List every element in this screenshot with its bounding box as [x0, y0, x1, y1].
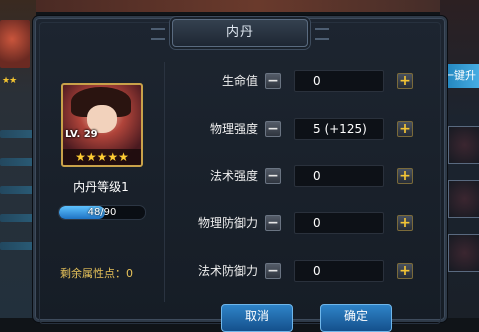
hero-level-badge: LV. 29 — [65, 129, 98, 140]
confirm-button[interactable]: 确定 — [320, 304, 392, 332]
attribute-value: 5 (+125) — [294, 118, 384, 140]
attribute-value: 0 — [294, 260, 384, 282]
equipment-slot[interactable] — [448, 234, 479, 272]
hero-star-rating: ★★★★★ — [63, 149, 141, 165]
decrease-button[interactable]: − — [265, 215, 281, 231]
attribute-row-hp: 生命值 − 0 + — [166, 69, 426, 93]
equipment-slot[interactable] — [448, 180, 479, 218]
background-list-bar — [0, 186, 34, 194]
background-list-bar — [0, 158, 34, 166]
decrease-button[interactable]: − — [265, 73, 281, 89]
attribute-label: 法术强度 — [209, 169, 258, 183]
attribute-value: 0 — [294, 212, 384, 234]
background-scene-top — [36, 0, 479, 12]
panel-title: 内丹 — [151, 19, 329, 47]
increase-button[interactable]: + — [397, 73, 413, 89]
background-hero-stars: ★★ — [2, 76, 17, 86]
attribute-row-magic-strength: 法术强度 − 0 + — [166, 164, 426, 188]
exp-progress-bar: 48/90 — [58, 205, 146, 220]
remaining-points: 剩余属性点：0 — [60, 267, 133, 280]
decrease-button[interactable]: − — [265, 263, 281, 279]
attribute-value: 0 — [294, 165, 384, 187]
cancel-button[interactable]: 取消 — [221, 304, 293, 332]
decrease-button[interactable]: − — [265, 121, 281, 137]
background-hero-list: ★★ — [0, 0, 36, 318]
attribute-row-physical-defense: 物理防御力 − 0 + — [166, 211, 426, 235]
increase-button[interactable]: + — [397, 121, 413, 137]
background-list-bar — [0, 214, 34, 222]
attribute-row-magic-defense: 法术防御力 − 0 + — [166, 259, 426, 283]
attribute-label: 法术防御力 — [197, 264, 258, 278]
hero-portrait: LV. 29 ★★★★★ — [61, 83, 143, 167]
exp-progress-text: 48/90 — [87, 207, 117, 218]
increase-button[interactable]: + — [397, 168, 413, 184]
background-list-bar — [0, 130, 34, 138]
background-hero-portrait — [0, 20, 30, 68]
equipment-slot[interactable] — [448, 126, 479, 164]
attribute-label: 物理防御力 — [197, 216, 258, 230]
attribute-label: 生命值 — [221, 74, 258, 88]
increase-button[interactable]: + — [397, 263, 413, 279]
attribute-row-physical-strength: 物理强度 − 5 (+125) + — [166, 117, 426, 141]
core-level-label: 内丹等级1 — [73, 180, 129, 194]
increase-button[interactable]: + — [397, 215, 413, 231]
attribute-label: 物理强度 — [209, 122, 258, 136]
decrease-button[interactable]: − — [265, 168, 281, 184]
background-list-bar — [0, 242, 34, 250]
attribute-value: 0 — [294, 70, 384, 92]
